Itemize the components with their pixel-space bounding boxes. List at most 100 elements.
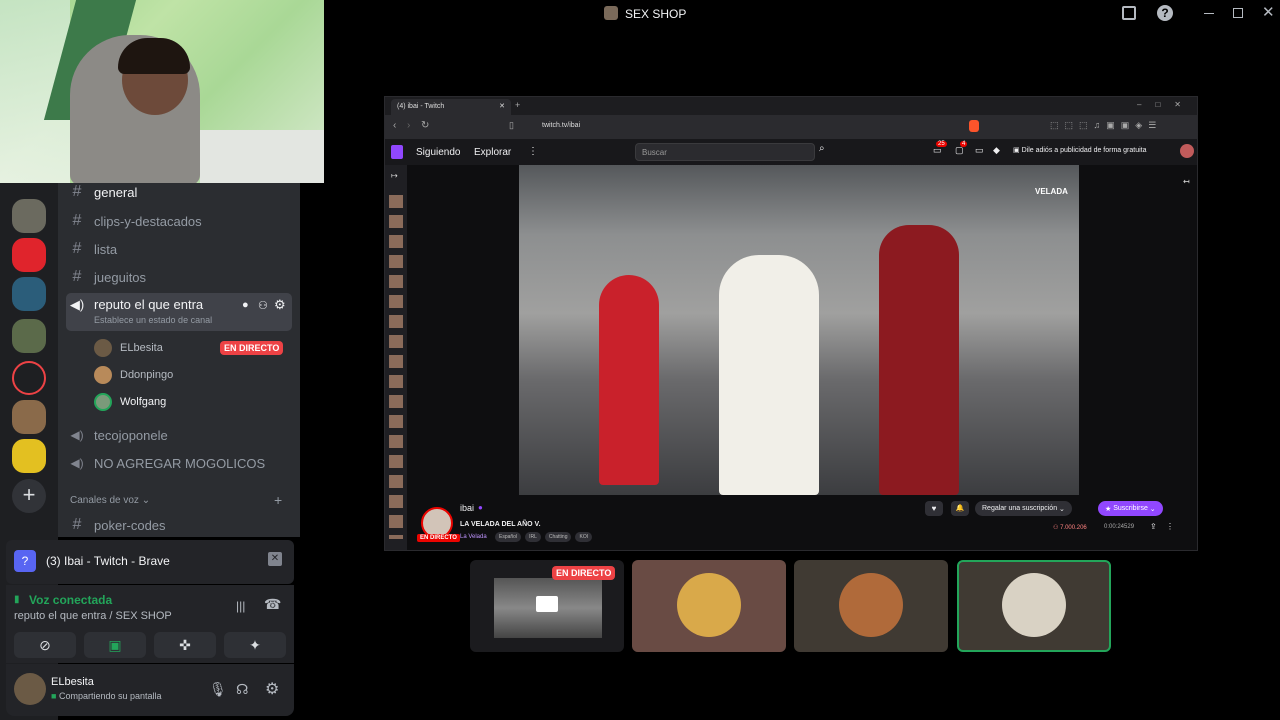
follow-heart-icon[interactable]: ♥ bbox=[925, 501, 943, 516]
extensions-icons[interactable]: ⬚⬚⬚♫▣▣◈☰ bbox=[1050, 120, 1162, 131]
stream-tile-screen[interactable]: EN DIRECTO bbox=[470, 560, 624, 652]
subscribe-button[interactable]: ★ Suscribirse ⌄ bbox=[1098, 501, 1163, 516]
hash-icon: # bbox=[72, 516, 82, 533]
search-icon[interactable]: ⌕ bbox=[819, 143, 825, 154]
chevron-down-icon: ⌄ bbox=[141, 495, 151, 506]
soundboard-button[interactable]: ✦ bbox=[224, 632, 286, 658]
speaker-lock-icon: ◀) bbox=[70, 456, 84, 470]
channel-poker-codes[interactable]: # poker-codes bbox=[66, 512, 292, 538]
share-icon[interactable]: ⇪ bbox=[1150, 522, 1157, 531]
theater-toggle-icon[interactable]: ↤ bbox=[1183, 177, 1190, 186]
voice-channel-tecojoponele[interactable]: ◀) tecojoponele bbox=[66, 422, 292, 448]
maximize-icon[interactable] bbox=[1233, 8, 1243, 18]
notifications-icon[interactable]: ▭ 25 bbox=[933, 141, 947, 156]
stream-tile-user-2[interactable] bbox=[632, 560, 786, 652]
inbox-icon[interactable]: ▢ 4 bbox=[955, 141, 968, 156]
voice-status[interactable]: Voz conectada bbox=[29, 593, 112, 607]
browser-tab[interactable]: (4) ibai - Twitch ✕ bbox=[391, 99, 511, 115]
minimize-icon[interactable] bbox=[1204, 13, 1214, 14]
add-server-icon[interactable]: + bbox=[12, 479, 46, 513]
close-icon[interactable]: ✕ bbox=[1262, 3, 1275, 21]
nav-explore[interactable]: Explorar bbox=[474, 147, 511, 158]
brave-shield-icon[interactable] bbox=[969, 120, 979, 132]
stream-tile-user-3[interactable] bbox=[794, 560, 948, 652]
add-channel-icon[interactable]: + bbox=[274, 492, 282, 508]
reload-icon[interactable]: ↻ bbox=[421, 120, 429, 131]
server-icon-6[interactable] bbox=[12, 400, 46, 434]
performer-right bbox=[879, 225, 959, 495]
browser-window-controls[interactable]: –□✕ bbox=[1137, 100, 1195, 109]
inbox-icon[interactable] bbox=[1122, 6, 1136, 20]
server-icon-4[interactable] bbox=[12, 319, 46, 353]
gear-icon[interactable]: ⚙ bbox=[274, 297, 286, 313]
nav-following[interactable]: Siguiendo bbox=[416, 147, 460, 158]
tag[interactable]: Chatting bbox=[544, 532, 572, 542]
twitch-logo-icon[interactable] bbox=[391, 145, 403, 159]
streamer-name[interactable]: ibai bbox=[460, 503, 474, 513]
screen-share-button[interactable]: ▣ bbox=[84, 632, 146, 658]
server-icon-1[interactable] bbox=[12, 199, 46, 233]
followed-channel-avatars[interactable] bbox=[389, 195, 403, 539]
stream-tile-user-4[interactable] bbox=[957, 560, 1111, 652]
activities-button[interactable]: ✜ bbox=[154, 632, 216, 658]
address-input[interactable]: twitch.tv/ibai bbox=[542, 122, 580, 129]
microphone-icon[interactable]: 🎙 bbox=[209, 681, 227, 698]
user-settings-icon[interactable]: ⚙ bbox=[265, 679, 279, 699]
voice-channel-name: reputo el que entra bbox=[94, 297, 204, 312]
search-input[interactable]: Buscar bbox=[635, 143, 815, 161]
collapse-icon[interactable]: ↦ bbox=[391, 171, 398, 180]
stream-player[interactable]: VELADA bbox=[519, 165, 1079, 495]
user-panel: ELbesita ■ Compartiendo su pantalla 🎙 ☊ … bbox=[6, 664, 294, 716]
tab-close-icon[interactable]: ✕ bbox=[499, 102, 505, 110]
noise-suppression-icon[interactable]: ||| bbox=[236, 599, 245, 613]
avatar bbox=[839, 573, 903, 637]
channel-general[interactable]: # general bbox=[66, 179, 292, 205]
bell-icon[interactable]: 🔔 bbox=[951, 501, 969, 516]
help-icon[interactable]: ? bbox=[1157, 5, 1173, 21]
server-icon-2[interactable] bbox=[12, 238, 46, 272]
voice-channel-no-agregar[interactable]: ◀) NO AGREGAR MOGOLICOS bbox=[66, 450, 292, 476]
server-icon-5[interactable] bbox=[12, 361, 46, 395]
crown-icon[interactable]: ◆ bbox=[993, 145, 1000, 156]
tag[interactable]: IRL bbox=[525, 532, 541, 542]
voice-channel-active[interactable]: ◀) reputo el que entra Establece un esta… bbox=[66, 293, 292, 331]
category-voice[interactable]: Canales de voz ⌄ bbox=[70, 495, 150, 506]
channel-jueguitos[interactable]: # jueguitos bbox=[66, 264, 292, 290]
server-icon-7[interactable] bbox=[12, 439, 46, 473]
camera-off-icon: ⊘ bbox=[39, 636, 51, 653]
ad-free-banner[interactable]: ▣ Dile adiós a publicidad de forma gratu… bbox=[1013, 146, 1146, 154]
new-tab-icon[interactable]: + bbox=[515, 100, 520, 110]
more-icon[interactable]: ⋮ bbox=[528, 146, 538, 157]
whispers-icon[interactable]: ▭ bbox=[975, 145, 984, 156]
channel-status-prompt[interactable]: Establece un estado de canal bbox=[94, 315, 212, 325]
avatar bbox=[1002, 573, 1066, 637]
voice-user-3[interactable]: Wolfgang bbox=[94, 390, 166, 414]
gift-sub-button[interactable]: Regalar una suscripción ⌄ bbox=[975, 501, 1072, 516]
disconnect-icon[interactable]: ☎ bbox=[264, 596, 281, 613]
channel-lista[interactable]: # lista bbox=[66, 236, 292, 262]
back-icon[interactable]: ‹ bbox=[393, 120, 396, 131]
tag[interactable]: KOI bbox=[575, 532, 593, 542]
live-badge: EN DIRECTO bbox=[220, 341, 284, 355]
tag[interactable]: Español bbox=[495, 532, 522, 542]
voice-user-2[interactable]: Ddonpingo bbox=[94, 363, 173, 387]
viewer-count: ⚇ 7.000.206 bbox=[1053, 525, 1087, 531]
stop-share-icon[interactable]: ✕ bbox=[268, 552, 282, 566]
share-card-title: (3) Ibai - Twitch - Brave bbox=[46, 554, 170, 568]
more-options-icon[interactable]: ⋮ bbox=[1166, 522, 1174, 531]
signal-icon: ▮ bbox=[14, 594, 20, 605]
add-member-icon[interactable]: ⚇ bbox=[258, 299, 268, 312]
chat-icon[interactable]: ● bbox=[242, 299, 249, 311]
headphones-icon[interactable]: ☊ bbox=[236, 681, 248, 698]
hash-icon: # bbox=[72, 212, 82, 229]
bookmark-icon[interactable]: ▯ bbox=[509, 120, 514, 131]
profile-avatar[interactable] bbox=[1180, 144, 1194, 158]
forward-icon[interactable]: › bbox=[407, 120, 410, 131]
user-avatar[interactable] bbox=[14, 673, 46, 705]
voice-user-1[interactable]: ELbesita EN DIRECTO bbox=[94, 336, 284, 360]
stream-category[interactable]: La Velada bbox=[460, 534, 487, 540]
server-icon-3[interactable] bbox=[12, 277, 46, 311]
channel-clips[interactable]: # clips-y-destacados bbox=[66, 208, 292, 234]
camera-off-button[interactable]: ⊘ bbox=[14, 632, 76, 658]
voice-location[interactable]: reputo el que entra / SEX SHOP bbox=[14, 610, 172, 622]
